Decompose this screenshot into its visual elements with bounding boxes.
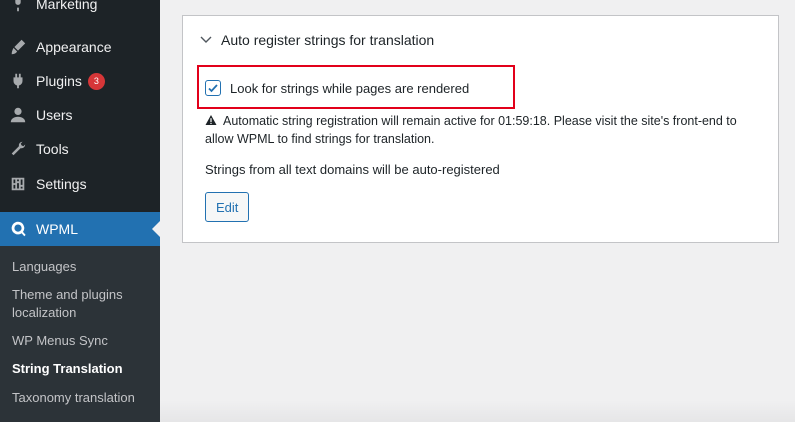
plugins-update-badge: 3 (87, 72, 105, 90)
sidebar-item-label: Settings (36, 176, 87, 192)
wrench-icon (8, 139, 28, 159)
checkmark-icon (208, 84, 218, 93)
sidebar-item-marketing[interactable]: Marketing (0, 0, 160, 21)
sidebar-item-label: Marketing (36, 0, 98, 12)
warning-text: Automatic string registration will remai… (205, 114, 737, 146)
panel-title: Auto register strings for translation (221, 32, 435, 48)
look-for-strings-checkbox[interactable] (205, 80, 221, 96)
page-footer-shadow (160, 400, 795, 422)
sidebar-item-label: WPML (36, 221, 78, 237)
submenu-item-taxonomy-translation[interactable]: Taxonomy translation (12, 389, 152, 407)
text-domains-info: Strings from all text domains will be au… (205, 162, 500, 177)
admin-sidebar: Marketing Appearance Plugins 3 Users Too… (0, 0, 160, 422)
sidebar-item-plugins[interactable]: Plugins 3 (0, 64, 160, 98)
sidebar-item-label: Tools (36, 141, 69, 157)
sidebar-item-label: Plugins (36, 73, 82, 89)
current-menu-arrow (152, 221, 160, 237)
sidebar-item-users[interactable]: Users (0, 98, 160, 132)
submenu-item-theme-plugins[interactable]: Theme and plugins localization (12, 286, 152, 322)
sidebar-item-wpml[interactable]: WPML (0, 212, 160, 246)
sidebar-item-label: Appearance (36, 39, 112, 55)
warning-icon (205, 115, 217, 125)
wpml-icon (8, 219, 28, 239)
user-icon (8, 105, 28, 125)
sidebar-item-settings[interactable]: Settings (0, 167, 160, 201)
brush-icon (8, 37, 28, 57)
look-for-strings-option[interactable]: Look for strings while pages are rendere… (205, 80, 469, 96)
auto-register-panel: Auto register strings for translation Lo… (182, 15, 779, 243)
panel-header[interactable]: Auto register strings for translation (199, 32, 434, 48)
plugin-icon (8, 71, 28, 91)
marketing-icon (8, 0, 28, 14)
sidebar-item-label: Users (36, 107, 73, 123)
sidebar-item-tools[interactable]: Tools (0, 132, 160, 166)
checkbox-label: Look for strings while pages are rendere… (230, 80, 470, 96)
submenu-item-languages[interactable]: Languages (12, 258, 152, 276)
wpml-submenu: Languages Theme and plugins localization… (0, 246, 160, 422)
registration-warning: Automatic string registration will remai… (205, 112, 765, 148)
chevron-down-icon (200, 36, 212, 43)
submenu-item-menus-sync[interactable]: WP Menus Sync (12, 332, 152, 350)
sidebar-item-appearance[interactable]: Appearance (0, 30, 160, 64)
settings-icon (8, 174, 28, 194)
edit-button[interactable]: Edit (205, 192, 250, 222)
submenu-item-string-translation[interactable]: String Translation (12, 360, 152, 378)
